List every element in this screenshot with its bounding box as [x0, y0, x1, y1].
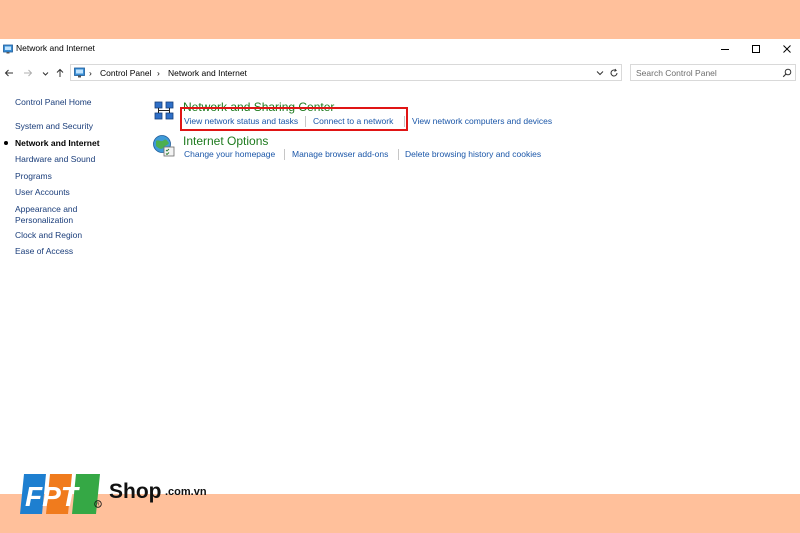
- search-box[interactable]: Search Control Panel: [630, 64, 796, 81]
- internet-options-title[interactable]: Internet Options: [183, 134, 268, 148]
- manage-add-ons-link[interactable]: Manage browser add-ons: [292, 149, 388, 159]
- close-icon: [783, 45, 791, 53]
- minimize-button[interactable]: [710, 39, 740, 59]
- back-button[interactable]: [3, 66, 15, 80]
- arrow-up-icon: [56, 68, 64, 77]
- delete-browsing-history-link[interactable]: Delete browsing history and cookies: [405, 149, 541, 159]
- recent-locations-button[interactable]: [40, 66, 50, 80]
- sidebar-item-system-and-security[interactable]: System and Security: [15, 121, 93, 132]
- chevron-down-icon[interactable]: [596, 69, 604, 77]
- current-item-bullet: [4, 141, 8, 145]
- sidebar-item-ease-of-access[interactable]: Ease of Access: [15, 246, 73, 257]
- address-row: › Control Panel › Network and Internet S…: [0, 63, 800, 83]
- search-input[interactable]: Search Control Panel: [636, 68, 717, 78]
- task-separator: [398, 149, 399, 160]
- breadcrumb-network-and-internet[interactable]: Network and Internet: [168, 68, 247, 78]
- sidebar-item-hardware-and-sound[interactable]: Hardware and Sound: [15, 154, 95, 165]
- close-button[interactable]: [772, 39, 800, 59]
- address-bar[interactable]: › Control Panel › Network and Internet: [70, 64, 622, 81]
- refresh-icon[interactable]: [609, 68, 619, 78]
- fpt-logo-icon: FPT: [20, 474, 100, 514]
- arrow-right-icon: [24, 69, 33, 77]
- fpt-brand-text: FPT: [25, 481, 81, 512]
- breadcrumb-separator: ›: [157, 68, 160, 78]
- task-separator: [284, 149, 285, 160]
- fpt-shop-logo: FPT R Shop .com.vn: [18, 472, 218, 518]
- minimize-icon: [721, 49, 729, 50]
- control-panel-window: Network and Internet › Control Panel › N…: [0, 39, 800, 494]
- maximize-button[interactable]: [741, 39, 771, 59]
- sidebar-item-appearance-and-personalization[interactable]: Appearance and Personalization: [15, 204, 77, 226]
- sidebar-item-user-accounts[interactable]: User Accounts: [15, 187, 70, 198]
- window-title: Network and Internet: [16, 43, 95, 53]
- control-panel-location-icon: [74, 67, 85, 78]
- chevron-down-icon: [42, 71, 48, 76]
- sidebar-item-programs[interactable]: Programs: [15, 171, 52, 182]
- svg-text:R: R: [96, 502, 100, 507]
- title-bar: Network and Internet: [0, 39, 800, 59]
- internet-options-icon: [153, 135, 175, 157]
- view-network-computers-link[interactable]: View network computers and devices: [412, 116, 552, 126]
- network-sharing-icon: [154, 101, 174, 120]
- sidebar-item-network-and-internet[interactable]: Network and Internet: [15, 138, 100, 148]
- up-button[interactable]: [54, 66, 66, 80]
- maximize-icon: [752, 45, 760, 53]
- control-panel-home-link[interactable]: Control Panel Home: [15, 97, 92, 108]
- breadcrumb-control-panel[interactable]: Control Panel: [100, 68, 152, 78]
- control-panel-icon: [3, 44, 13, 54]
- sidebar-item-clock-and-region[interactable]: Clock and Region: [15, 230, 82, 241]
- change-homepage-link[interactable]: Change your homepage: [184, 149, 275, 159]
- domain-text: .com.vn: [165, 486, 207, 498]
- forward-button[interactable]: [22, 66, 34, 80]
- breadcrumb-separator: ›: [89, 68, 92, 78]
- registered-mark: R: [94, 500, 102, 508]
- highlight-box: [180, 107, 408, 131]
- shop-text: Shop: [109, 480, 162, 503]
- arrow-left-icon: [4, 69, 13, 77]
- search-icon[interactable]: [782, 68, 792, 78]
